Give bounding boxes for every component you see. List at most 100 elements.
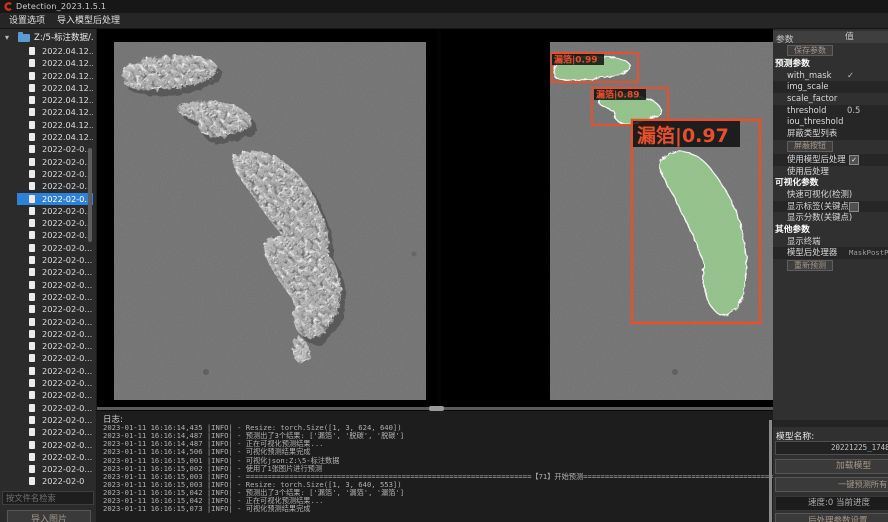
file-item[interactable]: 2022.04.12... <box>17 119 93 131</box>
log-lines: 2023-01-11 16:16:14,435 |INFO| - Resize:… <box>103 424 773 522</box>
file-icon <box>29 354 35 362</box>
panel-divider <box>773 420 888 427</box>
file-item[interactable]: 2022-02-0... <box>17 377 93 389</box>
param-row[interactable]: 预测参数 预测参数 <box>773 58 888 70</box>
file-icon <box>29 72 35 80</box>
param-label: 屏蔽类型列表 <box>773 128 837 140</box>
file-item[interactable]: 2022-02-0... <box>17 365 93 377</box>
param-row[interactable]: 其他参数 其他参数 <box>773 224 888 236</box>
horizontal-splitter[interactable] <box>97 407 773 410</box>
param-row[interactable]: 显示标签(关键点) 显示标签(关键点) <box>773 201 888 213</box>
file-item[interactable]: 2022.04.12... <box>17 131 93 143</box>
file-item[interactable]: 2022-02-0... <box>17 205 93 217</box>
file-search-input[interactable] <box>2 491 94 505</box>
param-row[interactable]: with_mask with_mask ✓ <box>773 70 888 82</box>
file-item[interactable]: 2022.04.12... <box>17 106 93 118</box>
file-icon <box>29 441 35 449</box>
file-item[interactable]: 2022-02-0... <box>17 193 93 205</box>
param-row[interactable]: 显示分数(关键点) 显示分数(关键点) <box>773 212 888 224</box>
root-folder-label: Z:/5-标注数据/... <box>34 31 94 45</box>
param-row[interactable]: 使用模型后处理 使用模型后处理 ✓ <box>773 154 888 166</box>
file-icon <box>29 231 35 239</box>
file-item[interactable]: 2022-02-0... <box>17 426 93 438</box>
file-item[interactable]: 2022-02-0... <box>17 463 93 475</box>
tree-scrollbar-thumb[interactable] <box>88 148 92 242</box>
file-icon <box>29 330 35 338</box>
postprocess-settings-button[interactable]: 后处理参数设置 <box>775 513 888 522</box>
param-row[interactable]: img_scale img_scale <box>773 81 888 93</box>
param-row[interactable]: 使用后处理 使用后处理 <box>773 166 888 178</box>
param-row[interactable]: 显示终端 显示终端 <box>773 236 888 248</box>
load-model-button[interactable]: 加载模型 <box>775 459 888 474</box>
detection-label-1: 漏箔|0.99 <box>554 54 598 66</box>
model-name-field[interactable]: 20221225_174813 <box>775 441 888 455</box>
log-panel: 日志: 2023-01-11 16:16:14,435 |INFO| - Res… <box>97 411 773 522</box>
import-images-button[interactable]: 导入图片 <box>7 510 91 522</box>
param-value[interactable]: ✓ <box>849 155 859 165</box>
file-item[interactable]: 2022.04.12... <box>17 94 93 106</box>
file-list: 2022.04.12... 2022.04.12... 2022.04.12..… <box>0 45 96 488</box>
params-panel: 参数 值 保存参数 保存参数 预测参数 预测参数 with_mask <box>773 29 888 522</box>
param-row[interactable]: 重新预测 重新预测 <box>773 260 888 273</box>
param-row[interactable]: 可视化参数 可视化参数 <box>773 177 888 189</box>
file-icon <box>29 47 35 55</box>
file-item[interactable]: 2022-02-0... <box>17 291 93 303</box>
file-icon <box>29 379 35 387</box>
file-item[interactable]: 2022.04.12... <box>17 57 93 69</box>
file-item[interactable]: 2022-02-0... <box>17 242 93 254</box>
param-label: 模型后处理器 <box>773 247 837 259</box>
file-item[interactable]: 2022-02-0... <box>17 439 93 451</box>
param-label: with_mask <box>773 70 831 82</box>
file-item[interactable]: 2022-02-0... <box>17 266 93 278</box>
file-item[interactable]: 2022-02-0... <box>17 414 93 426</box>
file-item[interactable]: 2022.04.12... <box>17 45 93 57</box>
param-row[interactable]: 模型后处理器 模型后处理器 MaskPostPro <box>773 247 888 259</box>
menu-item[interactable]: 设置选项 <box>3 13 51 29</box>
vertical-splitter[interactable] <box>769 420 772 522</box>
menu-item[interactable]: 导入模型后处理 <box>51 13 126 29</box>
tree-root[interactable]: ▾ Z:/5-标注数据/... <box>0 31 96 45</box>
caret-down-icon[interactable]: ▾ <box>5 31 9 45</box>
file-icon <box>29 170 35 178</box>
param-row[interactable]: 屏蔽按钮 屏蔽按钮 <box>773 141 888 154</box>
file-item[interactable]: 2022-02-0... <box>17 279 93 291</box>
param-value[interactable]: ✓ <box>847 70 854 82</box>
file-item[interactable]: 2022-02-0... <box>17 229 93 241</box>
original-image-panel[interactable] <box>100 30 437 408</box>
file-item[interactable]: 2022-02-0... <box>17 156 93 168</box>
param-button[interactable]: 屏蔽按钮 <box>787 141 833 152</box>
file-item[interactable]: 2022-02-0... <box>17 352 93 364</box>
file-item[interactable]: 2022-02-0... <box>17 316 93 328</box>
file-item[interactable]: 2022-02-0... <box>17 340 93 352</box>
param-value[interactable]: MaskPostPro <box>849 247 888 259</box>
file-item[interactable]: 2022-02-0 <box>17 475 93 487</box>
file-item[interactable]: 2022-02-0... <box>17 389 93 401</box>
param-row[interactable]: scale_factor scale_factor <box>773 93 888 105</box>
file-icon <box>29 293 35 301</box>
file-item[interactable]: 2022-02-0... <box>17 303 93 315</box>
param-row[interactable]: 屏蔽类型列表 屏蔽类型列表 <box>773 128 888 140</box>
param-value[interactable]: 0.5 <box>847 105 860 117</box>
param-row[interactable]: threshold threshold 0.5 <box>773 105 888 117</box>
file-item[interactable]: 2022-02-0... <box>17 254 93 266</box>
param-label: threshold <box>773 105 826 117</box>
param-row[interactable]: 快速可视化(检测) 快速可视化(检测) <box>773 189 888 201</box>
file-item[interactable]: 2022.04.12... <box>17 82 93 94</box>
file-item[interactable]: 2022.04.12... <box>17 70 93 82</box>
file-item[interactable]: 2022-02-0... <box>17 451 93 463</box>
file-item[interactable]: 2022-02-0... <box>17 402 93 414</box>
file-item[interactable]: 2022-02-0... <box>17 168 93 180</box>
param-row[interactable]: 保存参数 保存参数 <box>773 45 888 58</box>
file-item[interactable]: 2022-02-0... <box>17 217 93 229</box>
params-header: 参数 值 <box>773 31 888 43</box>
param-row[interactable]: iou_threshold iou_threshold <box>773 116 888 128</box>
param-label: 使用后处理 <box>773 166 829 178</box>
file-item[interactable]: 2022-02-0... <box>17 180 93 192</box>
param-value[interactable] <box>849 202 859 212</box>
param-button[interactable]: 重新预测 <box>787 260 833 271</box>
prediction-image-panel[interactable]: 漏箔|0.99 漏箔|0.89 漏箔|0.97 <box>441 30 770 408</box>
file-item[interactable]: 2022-02-0... <box>17 143 93 155</box>
predict-all-button[interactable]: 一键预测所有 <box>775 477 888 492</box>
param-button[interactable]: 保存参数 <box>787 45 833 56</box>
file-item[interactable]: 2022-02-0... <box>17 328 93 340</box>
